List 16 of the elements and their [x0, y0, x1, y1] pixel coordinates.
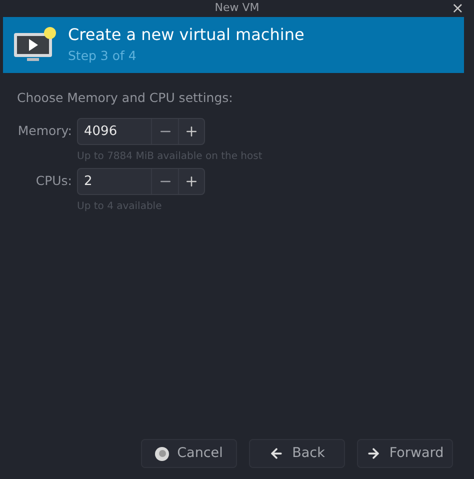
section-label: Choose Memory and CPU settings: — [17, 89, 234, 107]
header-title: Create a new virtual machine — [68, 24, 304, 46]
close-button[interactable]: × — [451, 0, 464, 17]
value-field[interactable]: 4096 — [78, 122, 151, 141]
field-label: Memory: — [17, 122, 72, 140]
arrow-right-icon — [366, 446, 382, 461]
step-indicator: Step 3 of 4 — [68, 47, 138, 65]
field-label: CPUs: — [34, 172, 72, 190]
cancel-button[interactable]: Cancel — [141, 439, 237, 468]
spin-button[interactable]: 4096 — [77, 118, 205, 145]
window-title: New VM — [214, 0, 260, 16]
stop-icon — [155, 446, 170, 460]
forward-button[interactable]: Forward — [357, 439, 453, 468]
value-field[interactable]: 2 — [78, 172, 151, 191]
spin-button[interactable]: 2 — [77, 168, 205, 195]
back-button[interactable]: Back — [249, 439, 345, 468]
